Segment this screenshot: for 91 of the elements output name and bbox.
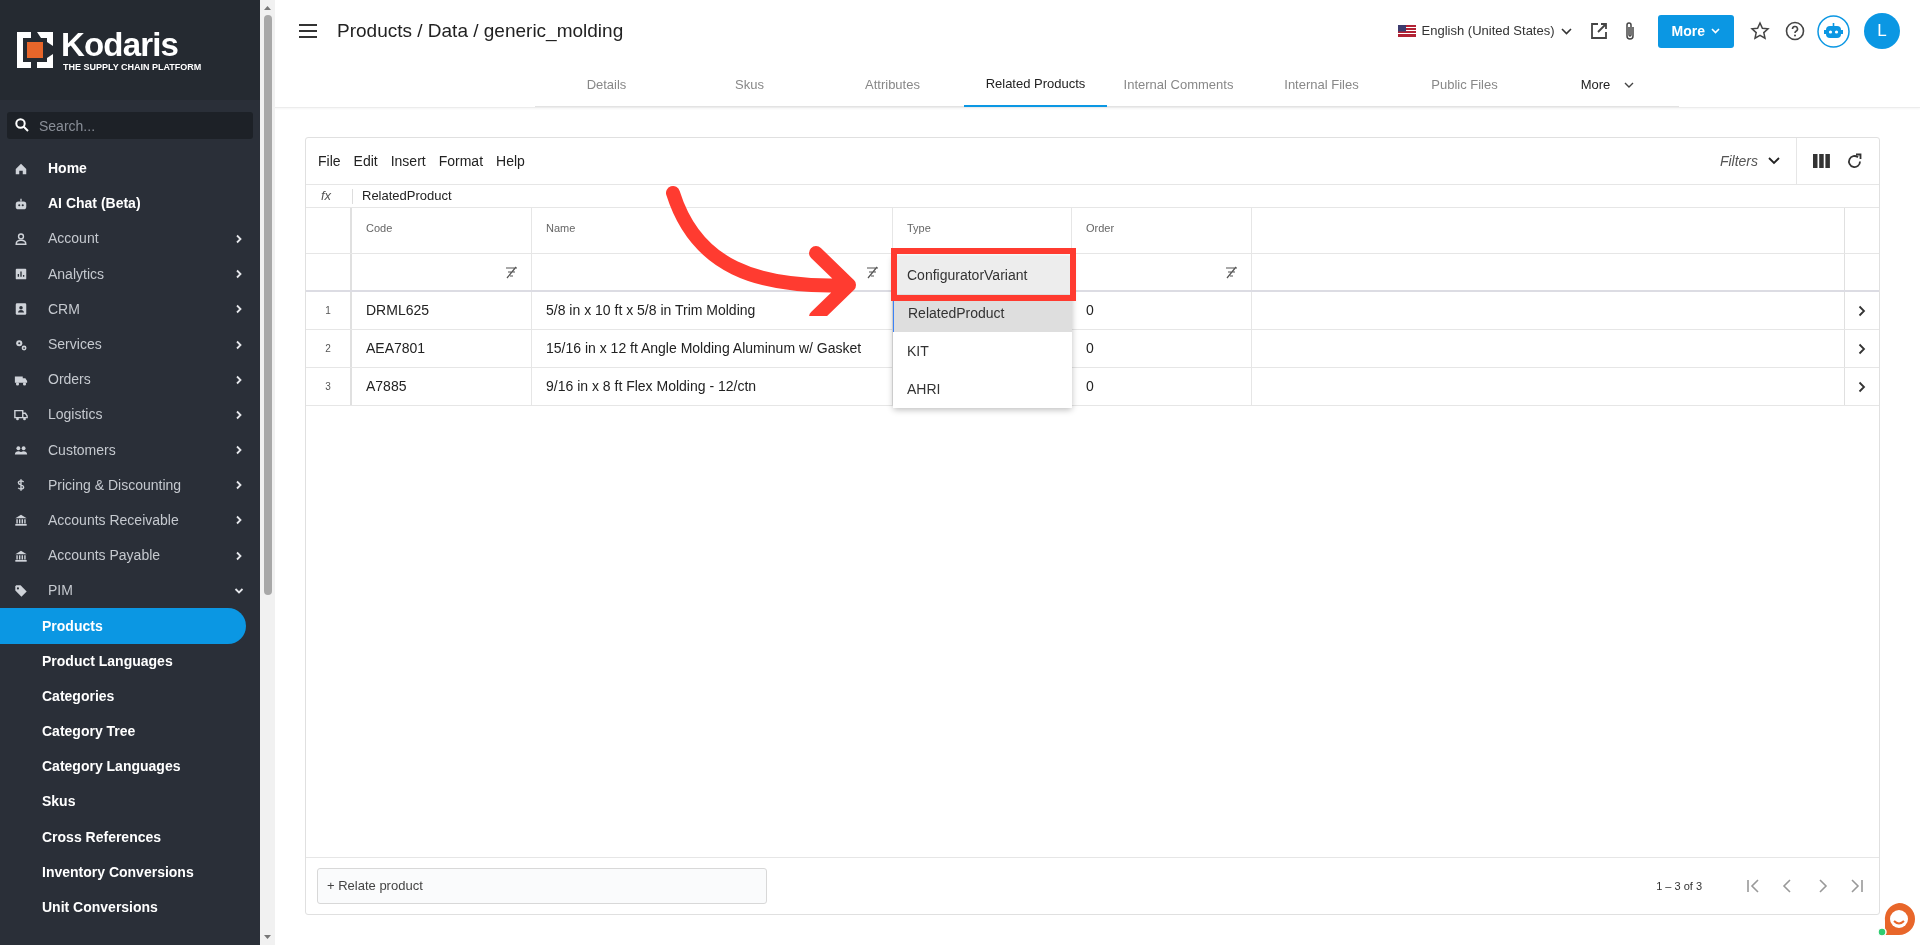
paperclip-icon[interactable]: [1623, 21, 1636, 41]
column-header[interactable]: Order: [1072, 208, 1252, 253]
robot-icon: [14, 196, 28, 211]
delivery-truck-icon: [14, 407, 28, 422]
first-page-icon[interactable]: [1746, 879, 1762, 893]
sidebar-item[interactable]: Orders: [0, 362, 260, 398]
sidebar-item[interactable]: Account: [0, 221, 260, 257]
scroll-down-icon[interactable]: [263, 933, 272, 941]
external-link-icon[interactable]: [1589, 22, 1608, 40]
tab[interactable]: Skus: [678, 62, 821, 107]
sidebar-item[interactable]: Accounts Payable: [0, 538, 260, 574]
menu-item[interactable]: Help: [496, 150, 525, 172]
sidebar-subitem[interactable]: Unit Conversions: [0, 889, 260, 926]
person-icon: [14, 231, 28, 246]
sidebar-item[interactable]: Services: [0, 326, 260, 363]
sidebar-item[interactable]: Accounts Receivable: [0, 502, 260, 539]
help-icon[interactable]: [1785, 21, 1805, 41]
column-header[interactable]: Code: [352, 208, 532, 253]
sidebar-item[interactable]: Analytics: [0, 256, 260, 292]
refresh-icon[interactable]: [1846, 152, 1863, 170]
dropdown-option[interactable]: KIT: [893, 332, 1072, 370]
table-cell: DRML625: [352, 292, 532, 329]
home-icon: [14, 161, 28, 176]
chevron-right-icon[interactable]: [1858, 342, 1866, 355]
table-cell: AEA7801: [352, 330, 532, 367]
sidebar-subitem[interactable]: Categories: [0, 678, 260, 714]
filter-off-icon[interactable]: [505, 265, 518, 279]
tab[interactable]: Internal Comments: [1107, 62, 1250, 107]
gears-icon: [14, 337, 28, 352]
menu-item[interactable]: Insert: [390, 150, 426, 172]
bank-icon: [14, 513, 28, 528]
dropdown-option[interactable]: AHRI: [893, 370, 1072, 408]
chevron-right-icon[interactable]: [1858, 304, 1866, 317]
star-icon[interactable]: [1750, 21, 1770, 41]
pagination-range: 1 – 3 of 3: [1656, 878, 1702, 894]
last-page-icon[interactable]: [1848, 879, 1864, 893]
column-header[interactable]: Type: [893, 208, 1072, 253]
chevron-right-icon[interactable]: [1858, 380, 1866, 393]
row-number: 3: [306, 368, 352, 405]
sidebar-subitem[interactable]: Skus: [0, 784, 260, 820]
flag-icon: [1397, 25, 1416, 37]
sidebar-subitem[interactable]: Inventory Conversions: [0, 854, 260, 890]
more-tab[interactable]: More: [1536, 62, 1679, 107]
filter-off-icon[interactable]: [1225, 265, 1238, 279]
sidebar-subitem[interactable]: Category Tree: [0, 714, 260, 750]
robot-icon[interactable]: [1817, 14, 1850, 48]
sidebar-item[interactable]: Customers: [0, 432, 260, 468]
tab[interactable]: Attributes: [821, 62, 964, 107]
sidebar-item[interactable]: AI Chat (Beta): [0, 186, 260, 222]
search-icon: [15, 118, 29, 132]
chevron-down-icon: [1624, 81, 1635, 88]
sidebar-item[interactable]: Logistics: [0, 397, 260, 433]
contact-card-icon: [14, 302, 28, 317]
menu-item[interactable]: Edit: [353, 150, 378, 172]
tag-icon: [14, 583, 28, 598]
sidebar-subitem[interactable]: Product Languages: [0, 643, 260, 679]
relate-product-button[interactable]: + Relate product: [317, 868, 767, 904]
menu-item[interactable]: File: [318, 150, 341, 172]
tab[interactable]: Public Files: [1393, 62, 1536, 107]
row-number: 2: [306, 330, 352, 367]
sidebar-item[interactable]: Home: [0, 151, 260, 187]
scroll-up-icon[interactable]: [263, 4, 272, 12]
sidebar-subitem[interactable]: Category Languages: [0, 749, 260, 785]
sidebar-item[interactable]: Pricing & Discounting: [0, 467, 260, 503]
language-selector[interactable]: English (United States): [1397, 21, 1572, 41]
table-cell: A7885: [352, 368, 532, 405]
breadcrumb-title: Products / Data / generic_molding: [337, 18, 624, 44]
filter-off-icon[interactable]: [866, 265, 879, 279]
menu-icon[interactable]: [299, 24, 317, 38]
filters-dropdown[interactable]: Filters: [1719, 150, 1796, 172]
logo-tagline: THE SUPPLY CHAIN PLATFORM: [63, 62, 202, 72]
formula-label: fx: [320, 187, 333, 206]
search-field[interactable]: Search...: [7, 112, 253, 139]
columns-icon[interactable]: [1813, 154, 1830, 168]
sidebar-scrollbar[interactable]: [260, 0, 275, 945]
logo-icon: [15, 30, 55, 70]
tab[interactable]: Details: [535, 62, 678, 107]
chevron-down-icon: [1560, 27, 1572, 35]
sidebar-item[interactable]: PIM: [0, 573, 260, 609]
row-number: 1: [306, 292, 352, 329]
bank-icon: [14, 548, 28, 563]
formula-field[interactable]: RelatedProduct: [353, 186, 452, 206]
sidebar-item[interactable]: CRM: [0, 291, 260, 327]
caret-icon: [1711, 28, 1720, 34]
tab[interactable]: Internal Files: [1250, 62, 1393, 107]
logo-wordmark: Kodaris: [61, 28, 180, 62]
column-header[interactable]: Name: [532, 208, 893, 253]
sidebar-subitem[interactable]: Cross References: [0, 819, 260, 855]
chart-icon: [14, 267, 28, 282]
menu-item[interactable]: Format: [438, 150, 484, 172]
chevron-down-icon: [1768, 157, 1780, 165]
